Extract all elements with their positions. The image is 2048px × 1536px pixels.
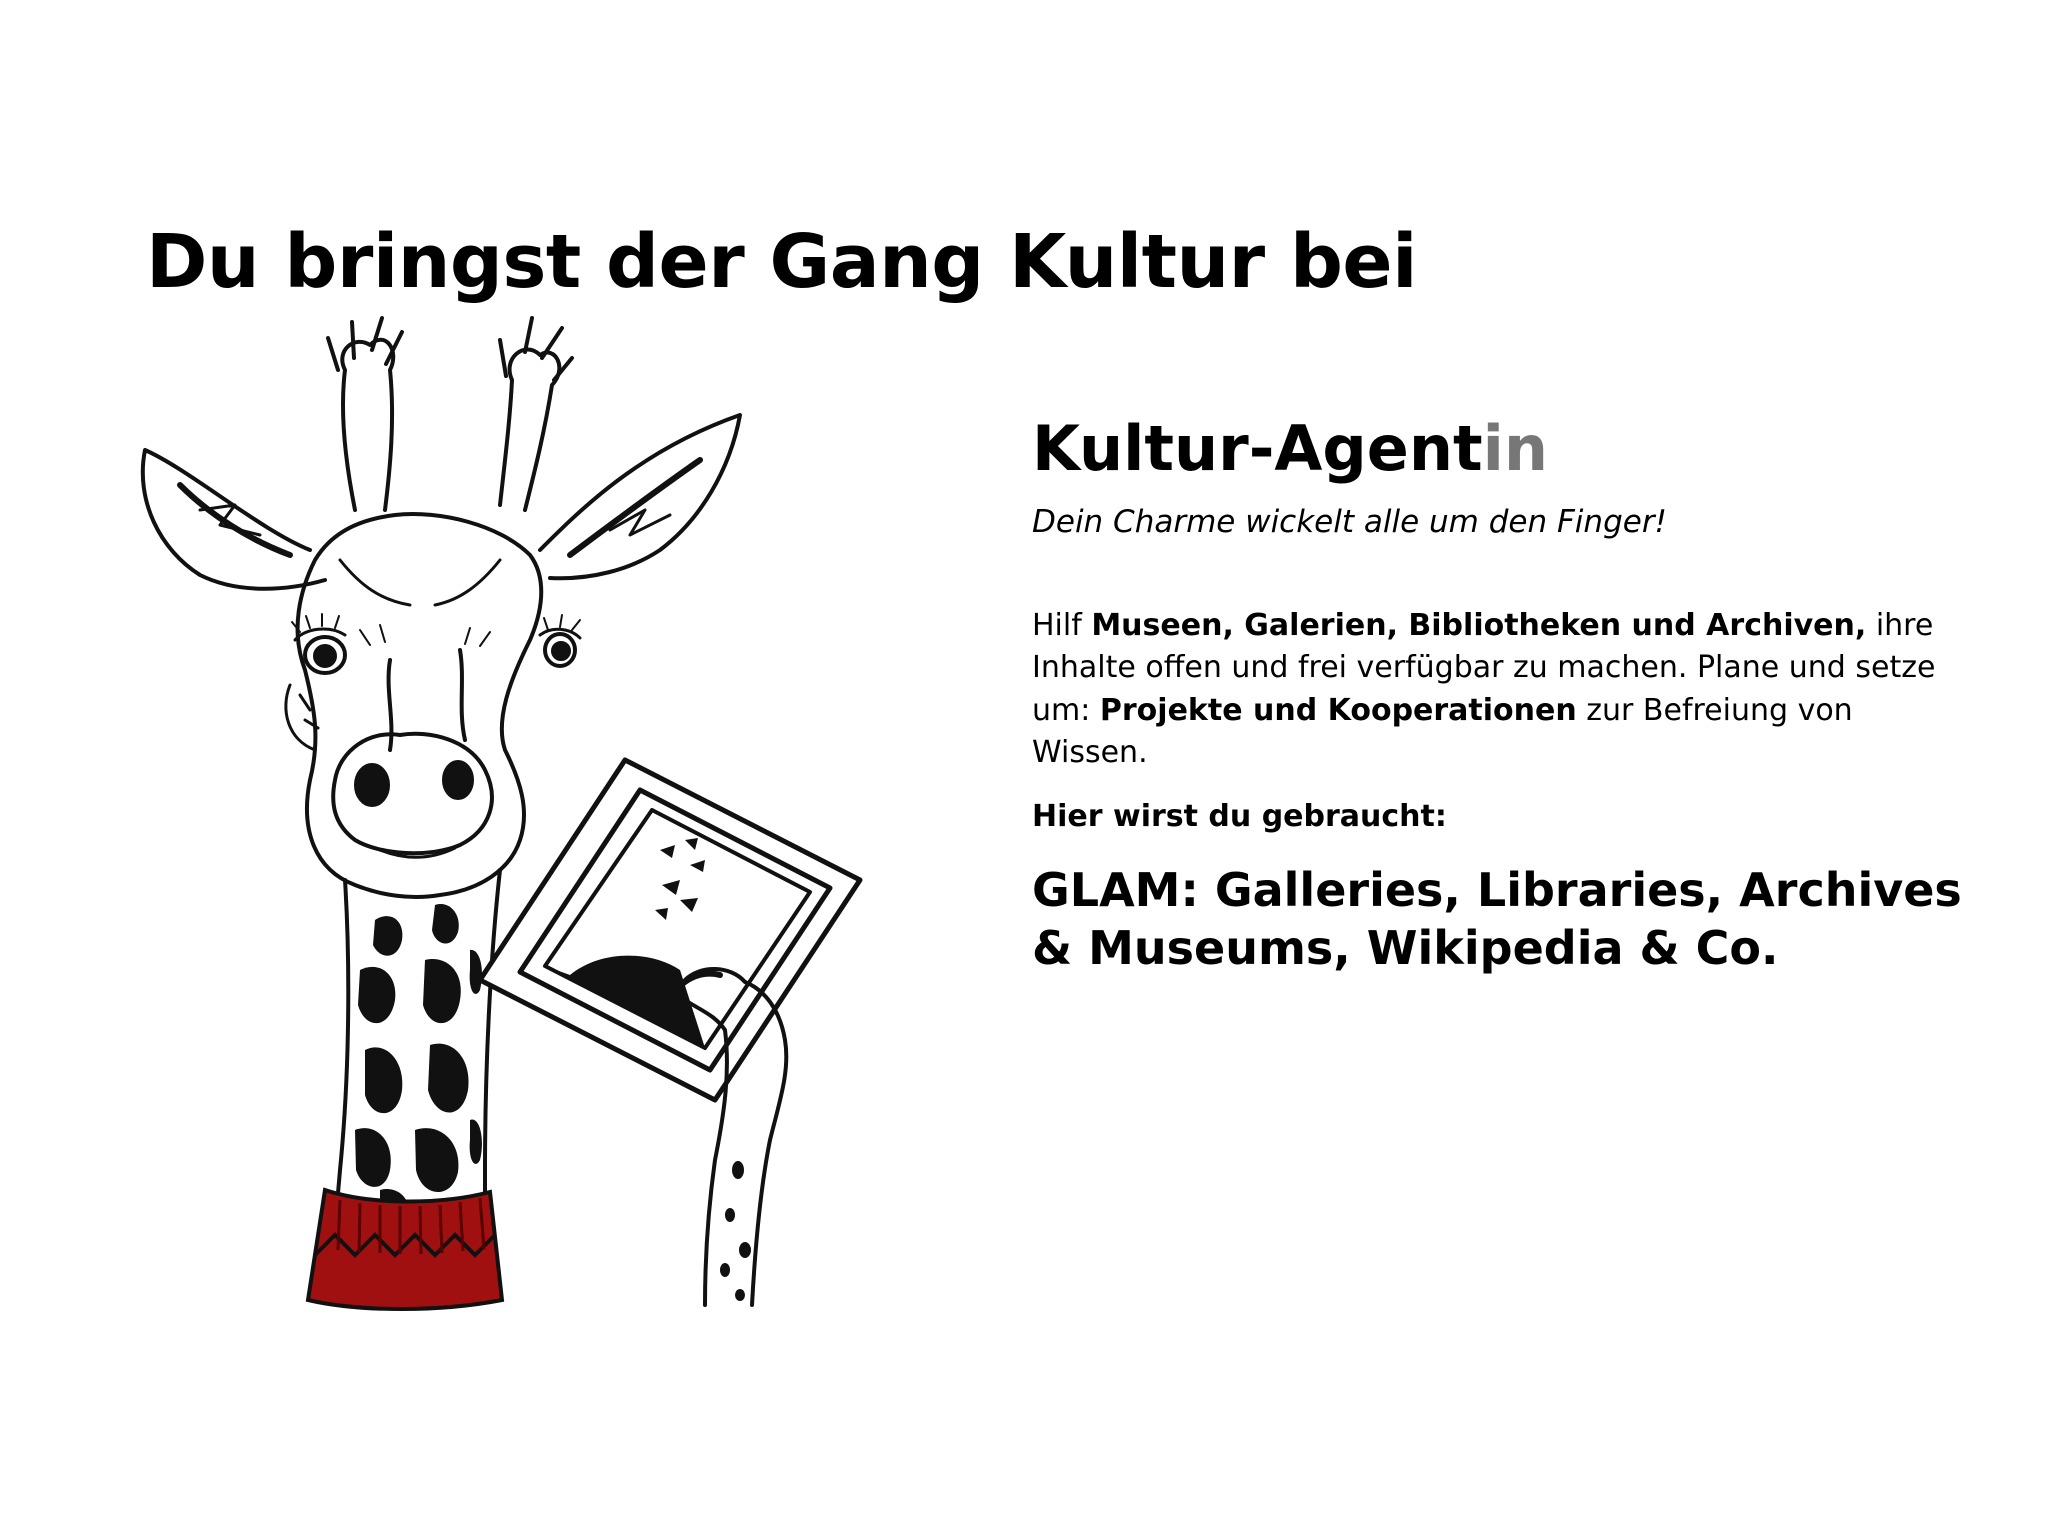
description-text-1: Hilf	[1032, 607, 1092, 643]
role-title-suffix: in	[1482, 412, 1549, 485]
giraffe-ears	[140, 413, 742, 591]
page-headline: Du bringst der Gang Kultur bei	[146, 219, 1417, 305]
role-title-main: Kultur-Agent	[1032, 412, 1483, 485]
giraffe-horns	[326, 316, 574, 512]
fields-of-work: GLAM: Galleries, Libraries, Archives & M…	[1032, 863, 1962, 976]
description-bold-2: Projekte und Kooperationen	[1099, 692, 1577, 728]
role-content: Kultur-Agentin Dein Charme wickelt alle …	[1032, 412, 1962, 978]
red-sweater	[305, 1187, 505, 1311]
description-bold-1: Museen, Galerien, Bibliotheken und Archi…	[1091, 607, 1867, 643]
giraffe-spots	[355, 904, 482, 1222]
giraffe-head	[295, 512, 544, 899]
needed-label: Hier wirst du gebraucht:	[1032, 799, 1447, 835]
role-title: Kultur-Agentin	[1032, 412, 1962, 486]
picture-frame	[477, 757, 863, 1103]
role-description: Hilf Museen, Galerien, Bibliotheken und …	[1032, 605, 1952, 775]
giraffe-illustration	[140, 316, 863, 1311]
role-tagline: Dein Charme wickelt alle um den Finger!	[1032, 504, 1667, 541]
